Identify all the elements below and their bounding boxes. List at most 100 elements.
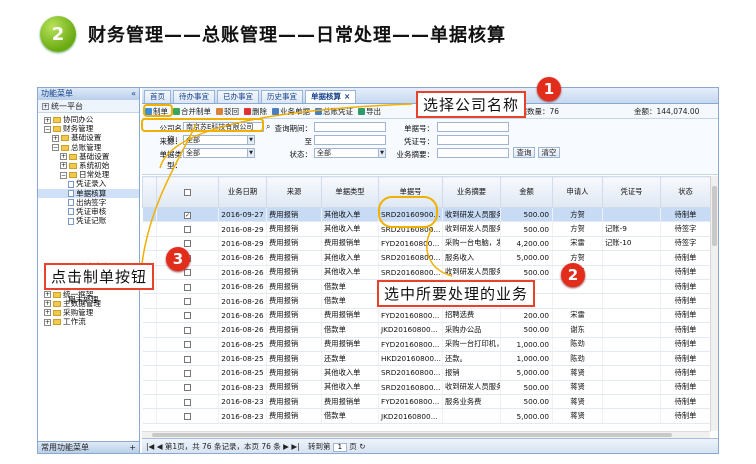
period-start-field[interactable] bbox=[314, 122, 386, 132]
row-checkbox[interactable]: ✓ bbox=[156, 207, 219, 223]
first-page-icon[interactable]: |◀ bbox=[146, 442, 154, 451]
tree-item[interactable]: + 协同办公 bbox=[38, 115, 139, 124]
expand-icon[interactable]: + bbox=[52, 134, 59, 142]
table-cell: 陈劲 bbox=[552, 351, 603, 367]
tree-item[interactable]: 凭证记账 bbox=[38, 216, 139, 225]
query-button[interactable]: 查询 bbox=[513, 147, 535, 158]
table-row[interactable]: 2016-08-29 费用报销 费用报销单 FYD20160800... 采购一台电脑，… bbox=[142, 236, 711, 252]
toolbar-button[interactable]: 业务单据 bbox=[272, 104, 310, 119]
type-select[interactable]: 全部 ▼ bbox=[183, 148, 255, 158]
toolbar-button[interactable]: 合并制单 bbox=[173, 104, 211, 119]
tab-item[interactable]: 历史事宜 bbox=[261, 90, 303, 103]
toolbar-button[interactable]: 导出 bbox=[358, 104, 381, 119]
expand-icon[interactable]: + bbox=[44, 300, 51, 308]
last-page-icon[interactable]: ▶| bbox=[291, 442, 299, 451]
table-row[interactable]: 2016-08-25 费用报销 费用报销单 FYD20160800... 采购一台打印机… bbox=[142, 337, 711, 352]
tree-item[interactable]: 单据核算 bbox=[38, 188, 139, 198]
expand-icon[interactable]: + bbox=[44, 318, 51, 326]
expand-icon[interactable]: − bbox=[52, 144, 59, 152]
go-icon[interactable]: ↻ bbox=[359, 442, 365, 451]
tree-item[interactable] bbox=[38, 225, 139, 234]
row-checkbox[interactable] bbox=[156, 351, 219, 367]
row-checkbox[interactable] bbox=[156, 394, 219, 410]
expand-icon[interactable]: + bbox=[60, 153, 67, 161]
add-icon[interactable]: + bbox=[129, 442, 136, 454]
table-row[interactable]: 2016-08-26 费用报销 其他收入单 SRD20160800... 服务收入 5,0… bbox=[142, 250, 711, 266]
search-icon[interactable]: ⌕ bbox=[266, 122, 270, 132]
tree-item-period-end[interactable]: 期末处理 bbox=[68, 295, 98, 304]
summary-field[interactable] bbox=[437, 148, 509, 158]
row-checkbox[interactable] bbox=[156, 221, 219, 237]
select-all-checkbox[interactable] bbox=[156, 176, 219, 208]
table-row[interactable]: 2016-08-26 费用报销 费用报销单 FYD20160800... 招聘选费 200… bbox=[142, 308, 711, 324]
tree-item[interactable] bbox=[38, 234, 139, 243]
expand-icon[interactable]: + bbox=[44, 116, 51, 124]
expand-icon[interactable]: − bbox=[44, 125, 51, 133]
table-row[interactable]: 2016-08-26 费用报销 其他收入单 SRD20160800... 收到研发人员服… bbox=[142, 265, 711, 280]
table-row[interactable]: 2016-08-25 费用报销 其他收入单 SRD20160800... 报销 5,000… bbox=[142, 365, 711, 381]
vertical-scrollbar[interactable] bbox=[710, 176, 718, 431]
tree-item[interactable] bbox=[38, 253, 139, 262]
clear-button[interactable]: 清空 bbox=[538, 147, 560, 158]
voucher-no-field[interactable] bbox=[437, 135, 509, 145]
row-checkbox[interactable] bbox=[156, 337, 219, 352]
tab-item[interactable]: 单据核算 × bbox=[305, 90, 357, 103]
column-header[interactable]: 凭证号 bbox=[602, 176, 661, 208]
row-checkbox[interactable] bbox=[156, 293, 219, 309]
goto-page-input[interactable] bbox=[332, 442, 347, 452]
tree-item[interactable]: 出纳签字 bbox=[38, 198, 139, 207]
row-checkbox[interactable] bbox=[156, 265, 219, 280]
tree-item[interactable]: + 基础设置 bbox=[38, 152, 139, 161]
tree-item[interactable]: − 总账管理 bbox=[38, 143, 139, 152]
tree-item[interactable]: − 财务管理 bbox=[38, 124, 139, 133]
tree-item[interactable]: + 系统初始 bbox=[38, 161, 139, 170]
table-row[interactable]: 2016-08-25 费用报销 还款单 HKD20160800... 还款。 1,000.… bbox=[142, 351, 711, 367]
column-header[interactable]: 单据类型 bbox=[321, 176, 379, 208]
prev-page-icon[interactable]: ◀ bbox=[157, 442, 163, 451]
system-selector[interactable]: + 统一平台 bbox=[38, 100, 139, 113]
row-checkbox[interactable] bbox=[156, 308, 219, 324]
column-header[interactable]: 金额 bbox=[500, 176, 553, 208]
column-header[interactable]: 业务摘要 bbox=[442, 176, 501, 208]
favorites-bar[interactable]: 常用功能菜单 + bbox=[38, 441, 139, 453]
column-header[interactable]: 业务日期 bbox=[218, 176, 267, 208]
row-checkbox[interactable] bbox=[156, 236, 219, 252]
row-checkbox[interactable] bbox=[156, 408, 219, 424]
expand-icon[interactable]: + bbox=[44, 309, 51, 317]
horizontal-scrollbar[interactable] bbox=[142, 431, 710, 438]
table-row[interactable]: 2016-08-23 费用报销 其他收入单 SRD20160800... 收到研发人员服… bbox=[142, 380, 711, 396]
tree-item[interactable]: 凭证审核 bbox=[38, 207, 139, 216]
column-header[interactable]: 状态 bbox=[660, 176, 711, 208]
column-header[interactable]: 申请人 bbox=[552, 176, 603, 208]
next-page-icon[interactable]: ▶ bbox=[283, 442, 289, 451]
tab-item[interactable]: 已办事宜 bbox=[217, 90, 259, 103]
table-row[interactable]: 2016-08-26 费用报销 借款单 JKD20160800... 采购办公品 500.… bbox=[142, 322, 711, 338]
tree-item[interactable] bbox=[38, 244, 139, 253]
tree-item[interactable]: − 日常处理 bbox=[38, 170, 139, 179]
table-row[interactable]: 2016-08-23 费用报销 费用报销单 FYD20160800... 服务业务费 50… bbox=[142, 394, 711, 410]
table-row[interactable]: 2016-08-23 费用报销 借款单 JKD20160800... 5,000.00 蒋… bbox=[142, 408, 711, 424]
toolbar-button[interactable]: 总账凭证 bbox=[315, 104, 353, 119]
expand-icon[interactable]: + bbox=[60, 162, 67, 170]
toolbar-button[interactable]: 驳回 bbox=[216, 104, 239, 119]
doc-no-field[interactable] bbox=[437, 122, 509, 132]
expand-icon[interactable]: + bbox=[44, 291, 51, 299]
collapse-icon[interactable]: « bbox=[131, 88, 136, 100]
row-checkbox[interactable] bbox=[156, 322, 219, 338]
toolbar-button[interactable]: 删除 bbox=[244, 104, 267, 119]
column-header[interactable]: 来源 bbox=[266, 176, 322, 208]
tree-item[interactable]: 凭证录入 bbox=[38, 179, 139, 188]
row-checkbox[interactable] bbox=[156, 279, 219, 295]
tree-item[interactable]: + 采购管理 bbox=[38, 308, 139, 317]
tab-item[interactable]: 首页 bbox=[144, 90, 171, 103]
row-checkbox[interactable] bbox=[156, 365, 219, 381]
close-icon[interactable]: × bbox=[344, 92, 350, 101]
row-checkbox[interactable] bbox=[156, 380, 219, 396]
source-select[interactable]: 全部 ▼ bbox=[183, 135, 255, 145]
status-select[interactable]: 全部 ▼ bbox=[314, 148, 386, 158]
tree-item[interactable]: + 基础设置 bbox=[38, 133, 139, 142]
period-end-field[interactable] bbox=[314, 135, 386, 145]
tree-item[interactable]: + 工作流 bbox=[38, 317, 139, 326]
expand-icon[interactable]: − bbox=[60, 171, 67, 179]
tab-item[interactable]: 待办事宜 bbox=[173, 90, 215, 103]
